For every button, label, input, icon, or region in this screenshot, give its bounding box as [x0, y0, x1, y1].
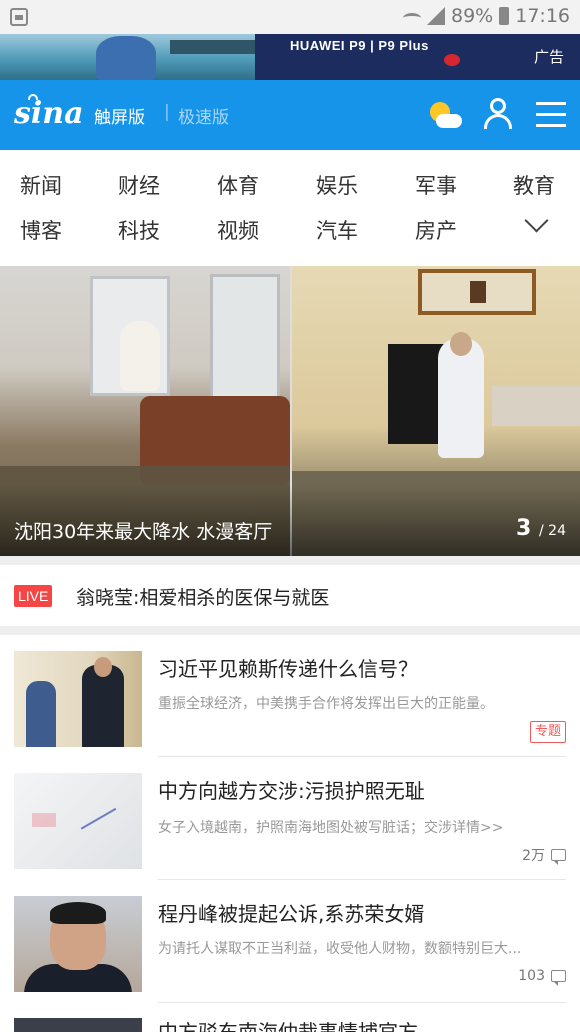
menu-bar: [536, 102, 566, 105]
news-thumbnail: [14, 1018, 142, 1032]
channel-finance[interactable]: 财经: [118, 170, 160, 200]
channel-video[interactable]: 视频: [217, 215, 259, 245]
channel-nav: 新闻 财经 体育 娱乐 军事 教育 博客 科技 视频 汽车 房产: [0, 150, 580, 266]
weather-icon[interactable]: [428, 100, 462, 134]
live-title: 翁晓莹:相爱相杀的医保与就医: [76, 587, 330, 609]
channel-news[interactable]: 新闻: [20, 170, 62, 200]
news-thumbnail: [14, 773, 142, 869]
user-icon-head: [490, 98, 506, 114]
hero-slideshow[interactable]: 沈阳30年来最大降水 水漫客厅 3 / 24: [0, 266, 580, 556]
channel-tech[interactable]: 科技: [118, 215, 160, 245]
topic-tag: 专题: [529, 721, 566, 743]
thumb-stamp: [32, 813, 56, 827]
photo-painting: [418, 269, 536, 315]
ad-label: 广告: [533, 48, 564, 66]
status-bar: 89% 17:16: [0, 0, 580, 34]
slide-total: / 24: [539, 523, 566, 539]
user-icon[interactable]: [482, 97, 514, 131]
channel-blog[interactable]: 博客: [20, 215, 62, 245]
news-item[interactable]: 程丹峰被提起公诉,系苏荣女婿 为请托人谋取不正当利益，收受他人财物，数额特别巨大…: [0, 880, 580, 1003]
photo-person: [438, 332, 484, 458]
photo-door: [210, 274, 280, 414]
signal-icon: [427, 7, 445, 25]
battery-level: 89%: [451, 5, 494, 27]
photo-person: [120, 321, 160, 391]
slide-counter: 3 / 24: [516, 516, 566, 541]
news-summary: 重振全球经济，中美携手合作将发挥出巨大的正能量。: [158, 696, 494, 712]
version-separator: |: [164, 102, 170, 122]
leica-logo-icon: [444, 54, 460, 66]
menu-bar: [536, 113, 566, 116]
chevron-down-icon[interactable]: [524, 212, 550, 238]
channel-education[interactable]: 教育: [513, 170, 555, 200]
wifi-icon: [403, 13, 421, 23]
ad-image: [0, 34, 255, 80]
channel-entertainment[interactable]: 娱乐: [316, 170, 358, 200]
photo-shelf: [492, 386, 580, 426]
live-row[interactable]: LIVE 翁晓莹:相爱相杀的医保与就医: [0, 565, 580, 626]
ad-brand: HUAWEI P9 | P9 Plus: [290, 38, 429, 53]
battery-icon: [499, 7, 510, 25]
comment-icon: [551, 970, 566, 986]
thumb-head: [94, 657, 112, 677]
section-gap: [0, 626, 580, 635]
ad-banner[interactable]: HUAWEI P9 | P9 Plus 广告: [0, 34, 580, 80]
cloud-shape: [436, 114, 462, 128]
news-title: 中方向越方交涉:污损护照无耻: [158, 779, 425, 803]
comment-icon: [551, 849, 566, 865]
lite-version-link[interactable]: 极速版: [178, 103, 229, 128]
news-title: 习近平见赖斯传递什么信号？: [158, 657, 418, 681]
news-thumbnail: [14, 651, 142, 747]
thumb-person: [26, 681, 56, 747]
channel-sports[interactable]: 体育: [217, 170, 259, 200]
slide-index: 3: [516, 516, 532, 541]
thumb-scribble: [71, 792, 117, 830]
user-icon-body: [484, 114, 512, 129]
item-separator: [158, 1002, 566, 1003]
comment-count[interactable]: 103: [518, 968, 566, 986]
news-title: 程丹峰被提起公诉,系苏荣女婿: [158, 902, 425, 926]
gallery-notification-icon: [10, 8, 28, 26]
news-thumbnail: [14, 896, 142, 992]
news-summary: 为请托人谋取不正当利益，收受他人财物，数额特别巨大...: [158, 941, 522, 957]
section-gap: [0, 556, 580, 565]
clock: 17:16: [515, 5, 570, 27]
comment-count-value: 103: [518, 968, 545, 984]
menu-icon[interactable]: [536, 100, 566, 128]
channel-house[interactable]: 房产: [415, 215, 457, 245]
status-bar-right: 89% 17:16: [403, 5, 570, 27]
channel-auto[interactable]: 汽车: [316, 215, 358, 245]
hero-caption: 沈阳30年来最大降水 水漫客厅: [14, 521, 273, 543]
comment-count-value: 2万: [522, 848, 545, 864]
live-badge: LIVE: [14, 585, 53, 607]
thumb-hair: [50, 902, 106, 924]
news-title-partial[interactable]: 中方驳东南海仲裁事情捕官方: [158, 1016, 418, 1032]
news-item[interactable]: 中方向越方交涉:污损护照无耻 女子入境越南，护照南海地图处被写脏话；交涉详情>>…: [0, 757, 580, 880]
sina-logo[interactable]: sina: [14, 96, 84, 131]
touch-version-link[interactable]: 触屏版: [94, 103, 145, 128]
thumb-person: [82, 665, 124, 747]
sina-logo-eye-icon: [28, 94, 38, 100]
news-summary: 女子入境越南，护照南海地图处被写脏话；交涉详情>>: [158, 820, 504, 836]
news-item[interactable]: 习近平见赖斯传递什么信号？ 重振全球经济，中美携手合作将发挥出巨大的正能量。 专…: [0, 635, 580, 758]
channel-military[interactable]: 军事: [415, 170, 457, 200]
menu-bar: [536, 124, 566, 127]
comment-count[interactable]: 2万: [522, 845, 566, 865]
